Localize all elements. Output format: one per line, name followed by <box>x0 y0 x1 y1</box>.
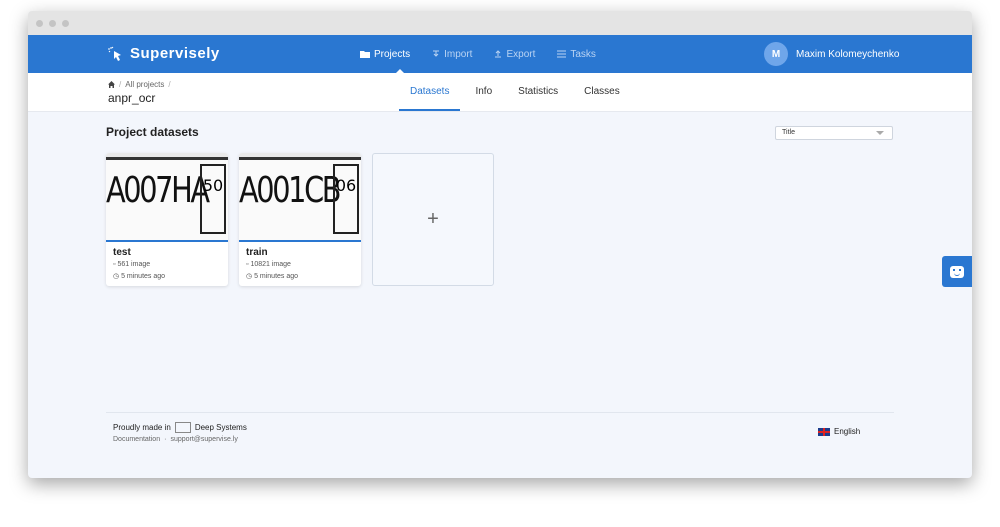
import-icon <box>433 50 440 57</box>
footer-separator: · <box>164 436 167 443</box>
chat-icon <box>950 265 964 278</box>
window-maximize-dot[interactable] <box>62 20 69 27</box>
documentation-link[interactable]: Documentation <box>113 436 160 443</box>
tab-datasets[interactable]: Datasets <box>397 73 462 111</box>
language-selector[interactable]: English <box>818 427 860 436</box>
nav-import[interactable]: Import <box>432 49 472 60</box>
app-logo-text: Supervisely <box>130 45 220 62</box>
dataset-name: train <box>246 247 268 258</box>
window-titlebar <box>28 11 972 35</box>
support-chat-button[interactable] <box>942 256 972 287</box>
breadcrumb-separator: / <box>119 80 122 89</box>
breadcrumb: / All projects / <box>108 80 171 89</box>
list-icon <box>557 50 567 58</box>
nav-export[interactable]: Export <box>494 49 535 60</box>
tab-info[interactable]: Info <box>462 73 505 111</box>
dataset-preview-image: A007HA 50 <box>106 153 228 242</box>
home-icon[interactable] <box>108 81 115 88</box>
cursor-sparkle-icon <box>108 46 121 61</box>
nav-projects-label: Projects <box>374 48 411 60</box>
add-dataset-button[interactable]: + <box>372 153 494 286</box>
sort-select[interactable]: Title <box>775 126 893 140</box>
footer-credits: Proudly made in Deep Systems <box>113 422 247 433</box>
avatar: M <box>764 42 788 66</box>
language-label: English <box>834 427 861 436</box>
footer-made-in: Proudly made in <box>113 423 171 432</box>
breadcrumb-all-projects[interactable]: All projects <box>125 80 164 89</box>
footer-divider <box>106 412 894 413</box>
dataset-updated-time: ◷ 5 minutes ago <box>246 272 298 280</box>
dataset-image-count: ▫ 561 image <box>113 261 150 268</box>
clock-icon: ◷ <box>246 273 255 280</box>
app-logo[interactable]: Supervisely <box>108 45 220 62</box>
tab-statistics[interactable]: Statistics <box>505 73 571 111</box>
dataset-image-count: ▫ 10821 image <box>246 261 291 268</box>
plate-number: A007HA <box>106 170 210 211</box>
breadcrumb-separator: / <box>168 80 171 89</box>
plate-region: 50 <box>200 164 226 234</box>
user-name: Maxim Kolomeychenko <box>796 48 900 60</box>
footer-company: Deep Systems <box>194 423 247 432</box>
deep-systems-logo-icon <box>174 422 191 433</box>
dataset-card-train[interactable]: A001CB 06 train ▫ 10821 image ◷ 5 minute… <box>239 153 361 286</box>
footer-links: Documentation · support@supervise.ly <box>113 436 238 443</box>
nav-import-label: Import <box>444 48 473 60</box>
project-tabs: Datasets Info Statistics Classes <box>397 73 633 111</box>
nav-tasks-label: Tasks <box>570 48 596 60</box>
plate-number: A001CB <box>239 170 342 211</box>
clock-icon: ◷ <box>113 273 122 280</box>
plate-image: A001CB 06 <box>239 157 361 240</box>
browser-window: Supervisely Projects Import Export Tasks… <box>28 11 972 478</box>
nav-tasks[interactable]: Tasks <box>557 49 596 60</box>
dataset-updated-time: ◷ 5 minutes ago <box>113 272 165 280</box>
export-icon <box>495 50 502 58</box>
dataset-updated-time-text: 5 minutes ago <box>254 273 299 280</box>
window-minimize-dot[interactable] <box>49 20 56 27</box>
main-nav: Projects Import Export Tasks <box>360 35 596 73</box>
folder-icon <box>360 51 370 58</box>
support-email-link[interactable]: support@supervise.ly <box>170 436 237 443</box>
dataset-name: test <box>113 247 131 258</box>
top-navbar: Supervisely Projects Import Export Tasks… <box>28 35 972 73</box>
plus-icon: + <box>427 208 439 230</box>
nav-export-label: Export <box>506 48 536 60</box>
dataset-preview-image: A001CB 06 <box>239 153 361 242</box>
user-menu[interactable]: M Maxim Kolomeychenko <box>764 42 899 66</box>
section-title: Project datasets <box>106 125 199 139</box>
plate-region: 06 <box>333 164 359 234</box>
plate-image: A007HA 50 <box>106 157 228 240</box>
window-close-dot[interactable] <box>36 20 43 27</box>
tab-classes[interactable]: Classes <box>571 73 633 111</box>
nav-projects[interactable]: Projects <box>360 49 410 60</box>
page-title: anpr_ocr <box>108 91 156 105</box>
uk-flag-icon <box>818 427 830 436</box>
sort-select-value: Title <box>782 129 795 136</box>
dataset-updated-time-text: 5 minutes ago <box>121 273 166 280</box>
chevron-down-icon <box>876 131 884 135</box>
dataset-card-test[interactable]: A007HA 50 test ▫ 561 image ◷ 5 minutes a… <box>106 153 228 286</box>
dataset-image-count-text: 561 image <box>117 261 151 268</box>
project-subheader: / All projects / anpr_ocr Datasets Info … <box>28 73 972 112</box>
dataset-image-count-text: 10821 image <box>250 261 291 268</box>
